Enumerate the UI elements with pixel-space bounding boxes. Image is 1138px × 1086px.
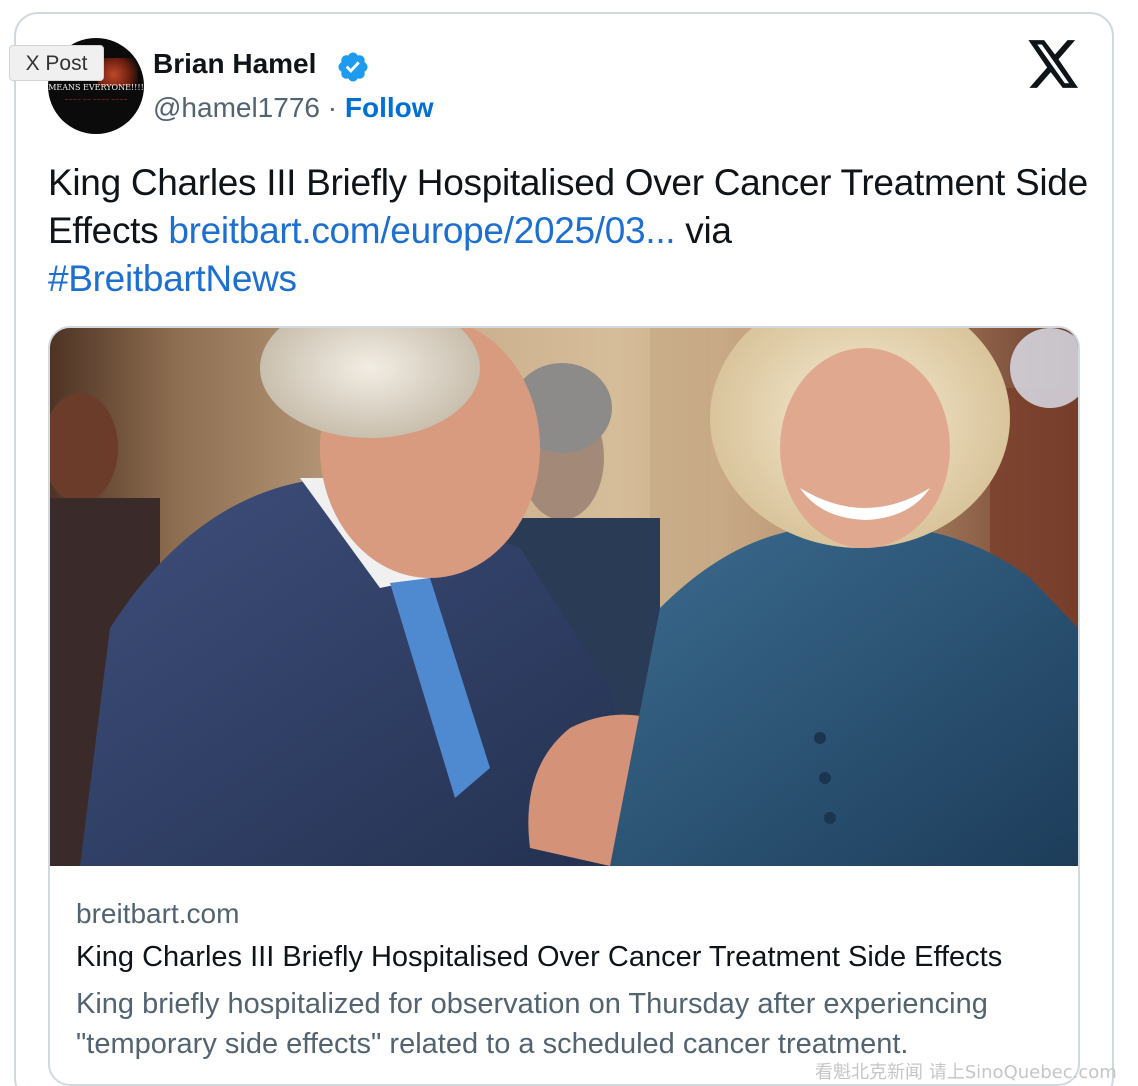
follow-button[interactable]: Follow <box>345 92 434 123</box>
link-description: King briefly hospitalized for observatio… <box>76 988 988 1060</box>
article-image[interactable] <box>50 328 1078 866</box>
handle-row: @hamel1776 · Follow <box>153 92 434 124</box>
author-handle[interactable]: @hamel1776 <box>153 92 320 123</box>
avatar-emblem <box>98 58 138 86</box>
link-title: King Charles III Briefly Hospitalised Ov… <box>76 941 1003 973</box>
article-photo <box>50 328 1078 866</box>
avatar-caption: MEANS EVERYONE!!!! <box>48 83 144 92</box>
handle-separator: · <box>327 92 338 123</box>
post-text-via: via <box>675 210 732 251</box>
x-post-label: X Post <box>9 45 104 81</box>
link-preview-card[interactable]: breitbart.com King Charles III Briefly H… <box>48 326 1080 1086</box>
verified-badge-icon <box>338 52 368 82</box>
hashtag-link[interactable]: #BreitbartNews <box>48 258 297 299</box>
link-domain: breitbart.com <box>76 898 240 929</box>
avatar-sub-caption: ~~~~ ~~ ~~~~ ~~~~ <box>64 97 128 103</box>
link-meta[interactable]: breitbart.com King Charles III Briefly H… <box>50 868 1078 1084</box>
x-logo-icon[interactable] <box>1028 40 1080 88</box>
post-text: King Charles III Briefly Hospitalised Ov… <box>48 159 1088 303</box>
watermark: 看魁北克新闻 请上SinoQuebec.com <box>815 1062 1117 1083</box>
author-name[interactable]: Brian Hamel <box>153 48 316 80</box>
post-link[interactable]: breitbart.com/europe/2025/03... <box>168 210 675 251</box>
